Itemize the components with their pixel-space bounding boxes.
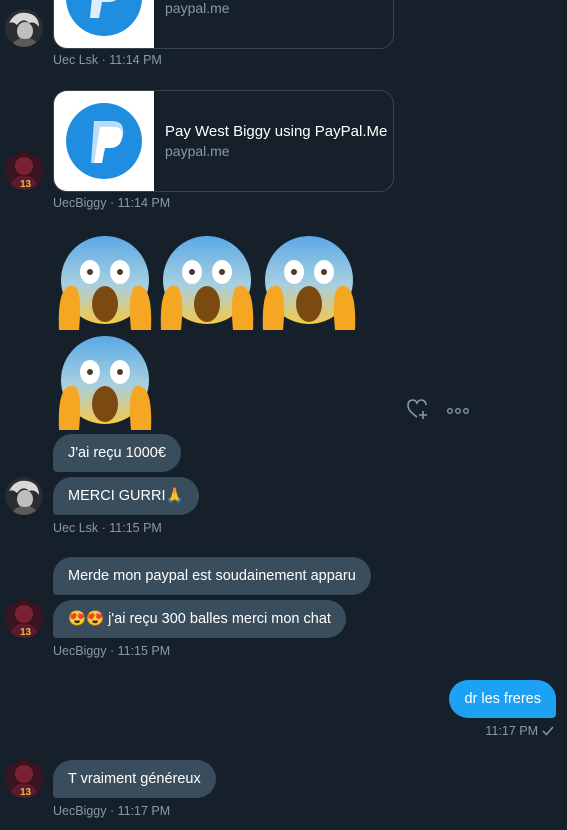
- scream-emoji: [57, 234, 153, 330]
- card-title: Pay West Biggy using PayPal.Me: [165, 123, 388, 140]
- message-bubble[interactable]: MERCI GURRI🙏: [53, 477, 199, 515]
- message-bubble[interactable]: T vraiment généreux: [53, 760, 216, 798]
- link-card-paypal-2[interactable]: Pay West Biggy using PayPal.Me paypal.me: [53, 90, 394, 192]
- scream-emoji: [261, 234, 357, 330]
- scream-emoji: [159, 234, 255, 330]
- check-icon: [542, 726, 554, 736]
- message-bubble[interactable]: J'ai reçu 1000€: [53, 434, 181, 472]
- paypal-logo: [54, 91, 154, 191]
- sender-meta: UecBiggy · 11:17 PM: [53, 804, 171, 818]
- avatar-uecbiggy[interactable]: 13: [5, 600, 43, 638]
- avatar-uec-lsk[interactable]: [5, 9, 43, 47]
- avatar-uec-lsk[interactable]: [5, 477, 43, 515]
- sender-meta: UecBiggy · 11:15 PM: [53, 644, 171, 658]
- card-domain: paypal.me: [165, 0, 230, 16]
- sender-meta: Uec Lsk · 11:15 PM: [53, 521, 162, 535]
- heart-plus-icon[interactable]: [406, 398, 430, 425]
- svg-text:13: 13: [20, 627, 32, 638]
- link-card-paypal-1[interactable]: paypal.me: [53, 0, 394, 49]
- svg-text:13: 13: [20, 787, 32, 798]
- avatar-uecbiggy[interactable]: 13: [5, 760, 43, 798]
- avatar-uecbiggy[interactable]: 13: [5, 152, 43, 190]
- scream-emoji: [57, 334, 153, 430]
- more-icon[interactable]: [446, 404, 470, 422]
- sender-meta: UecBiggy · 11:14 PM: [53, 196, 171, 210]
- message-bubble[interactable]: Merde mon paypal est soudainement apparu: [53, 557, 371, 595]
- outgoing-meta: 11:17 PM: [485, 724, 554, 738]
- outgoing-message-bubble[interactable]: dr les freres: [449, 680, 556, 718]
- heart-eyes-emoji: 😍😍: [68, 611, 105, 627]
- message-bubble[interactable]: 😍😍 j'ai reçu 300 balles merci mon chat: [53, 600, 346, 638]
- sender-meta: Uec Lsk · 11:14 PM: [53, 53, 162, 67]
- message-text: j'ai reçu 300 balles merci mon chat: [104, 611, 331, 627]
- card-domain: paypal.me: [165, 143, 230, 159]
- message-time: 11:17 PM: [485, 724, 538, 738]
- svg-text:13: 13: [20, 179, 32, 190]
- paypal-logo: [54, 0, 154, 48]
